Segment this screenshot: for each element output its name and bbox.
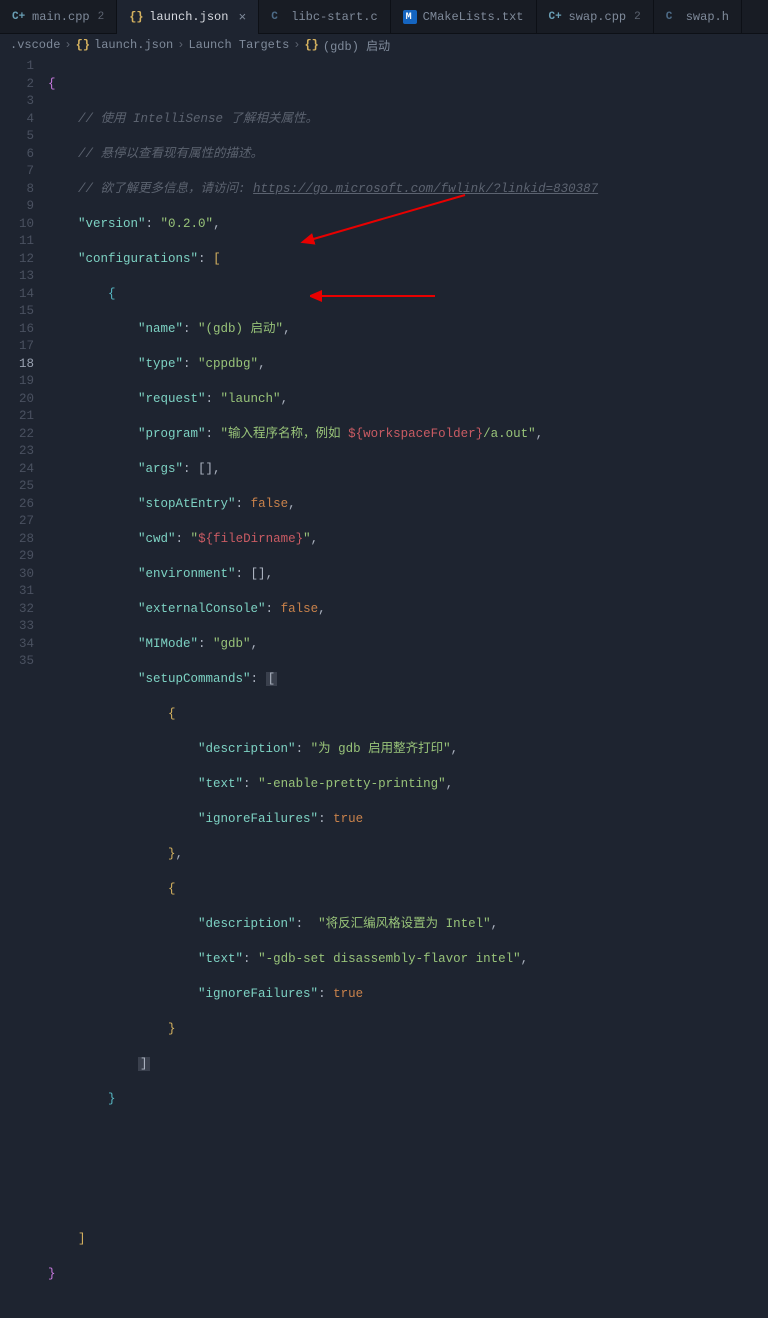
json-string: "(gdb) 启动"	[198, 322, 283, 336]
json-icon: {}	[76, 38, 90, 52]
tab-libc-start[interactable]: C libc-start.c	[259, 0, 390, 34]
code-content[interactable]: { // 使用 IntelliSense 了解相关属性。 // 悬停以查看现有属…	[48, 56, 768, 687]
tab-bar: C+ main.cpp 2 {} launch.json × C libc-st…	[0, 0, 768, 34]
chevron-right-icon: ›	[64, 38, 71, 52]
json-key: "type"	[138, 357, 183, 371]
breadcrumb-item[interactable]: Launch Targets	[188, 38, 289, 52]
tab-label: swap.cpp	[569, 10, 627, 24]
json-key: "description"	[198, 742, 296, 756]
json-bool: false	[281, 602, 319, 616]
json-key: "configurations"	[78, 252, 198, 266]
h-icon: C	[666, 10, 680, 24]
breadcrumb-item[interactable]: (gdb) 启动	[323, 37, 390, 54]
cmake-icon: M	[403, 10, 417, 24]
tab-main-cpp[interactable]: C+ main.cpp 2	[0, 0, 117, 34]
json-string: "将反汇编风格设置为 Intel"	[311, 917, 491, 931]
cpp-icon: C+	[549, 10, 563, 24]
tab-badge: 2	[98, 11, 105, 23]
json-icon: {}	[304, 38, 318, 52]
json-icon: {}	[129, 10, 143, 24]
code-editor[interactable]: 1234567891011121314151617181920212223242…	[0, 56, 768, 687]
json-string: "	[303, 532, 311, 546]
json-string: "launch"	[221, 392, 281, 406]
json-key: "ignoreFailures"	[198, 812, 318, 826]
breadcrumb-item[interactable]: launch.json	[94, 38, 173, 52]
json-key: "args"	[138, 462, 183, 476]
line-gutter: 1234567891011121314151617181920212223242…	[0, 56, 48, 687]
json-key: "environment"	[138, 567, 236, 581]
close-icon[interactable]: ×	[238, 10, 246, 25]
tab-label: main.cpp	[32, 10, 90, 24]
json-string: "	[191, 532, 199, 546]
json-key: "program"	[138, 427, 206, 441]
c-icon: C	[271, 10, 285, 24]
json-string: "为 gdb 启用整齐打印"	[311, 742, 451, 756]
json-key: "request"	[138, 392, 206, 406]
json-key: "MIMode"	[138, 637, 198, 651]
json-key: "name"	[138, 322, 183, 336]
json-string: /a.out"	[483, 427, 536, 441]
json-key: "externalConsole"	[138, 602, 266, 616]
tab-swap-cpp[interactable]: C+ swap.cpp 2	[537, 0, 654, 34]
link[interactable]: https://go.microsoft.com/fwlink/?linkid=…	[253, 182, 598, 196]
json-bool: false	[251, 497, 289, 511]
json-variable: ${fileDirname}	[198, 532, 303, 546]
json-key: "stopAtEntry"	[138, 497, 236, 511]
json-string: "cppdbg"	[198, 357, 258, 371]
breadcrumb[interactable]: .vscode › {} launch.json › Launch Target…	[0, 34, 768, 56]
json-key: "setupCommands"	[138, 672, 251, 686]
tab-label: libc-start.c	[291, 10, 377, 24]
tab-launch-json[interactable]: {} launch.json ×	[117, 0, 259, 34]
json-string: "输入程序名称，例如	[221, 427, 349, 441]
json-key: "cwd"	[138, 532, 176, 546]
tab-cmakelists[interactable]: M CMakeLists.txt	[391, 0, 537, 34]
json-string: "-enable-pretty-printing"	[258, 777, 446, 791]
tab-label: launch.json	[149, 10, 228, 24]
json-key: "ignoreFailures"	[198, 987, 318, 1001]
chevron-right-icon: ›	[293, 38, 300, 52]
tab-swap-h[interactable]: C swap.h	[654, 0, 742, 34]
json-key: "text"	[198, 952, 243, 966]
comment: // 欲了解更多信息，请访问:	[78, 182, 246, 196]
json-key: "version"	[78, 217, 146, 231]
json-string: "-gdb-set disassembly-flavor intel"	[258, 952, 521, 966]
json-variable: ${workspaceFolder}	[348, 427, 483, 441]
json-bool: true	[333, 987, 363, 1001]
json-key: "description"	[198, 917, 296, 931]
tab-label: swap.h	[686, 10, 729, 24]
cpp-icon: C+	[12, 10, 26, 24]
comment: // 使用 IntelliSense 了解相关属性。	[78, 112, 318, 126]
tab-label: CMakeLists.txt	[423, 10, 524, 24]
chevron-right-icon: ›	[177, 38, 184, 52]
breadcrumb-item[interactable]: .vscode	[10, 38, 60, 52]
json-key: "text"	[198, 777, 243, 791]
comment: // 悬停以查看现有属性的描述。	[78, 147, 263, 161]
json-string: "gdb"	[213, 637, 251, 651]
json-bool: true	[333, 812, 363, 826]
tab-badge: 2	[634, 11, 641, 23]
json-string: "0.2.0"	[161, 217, 214, 231]
